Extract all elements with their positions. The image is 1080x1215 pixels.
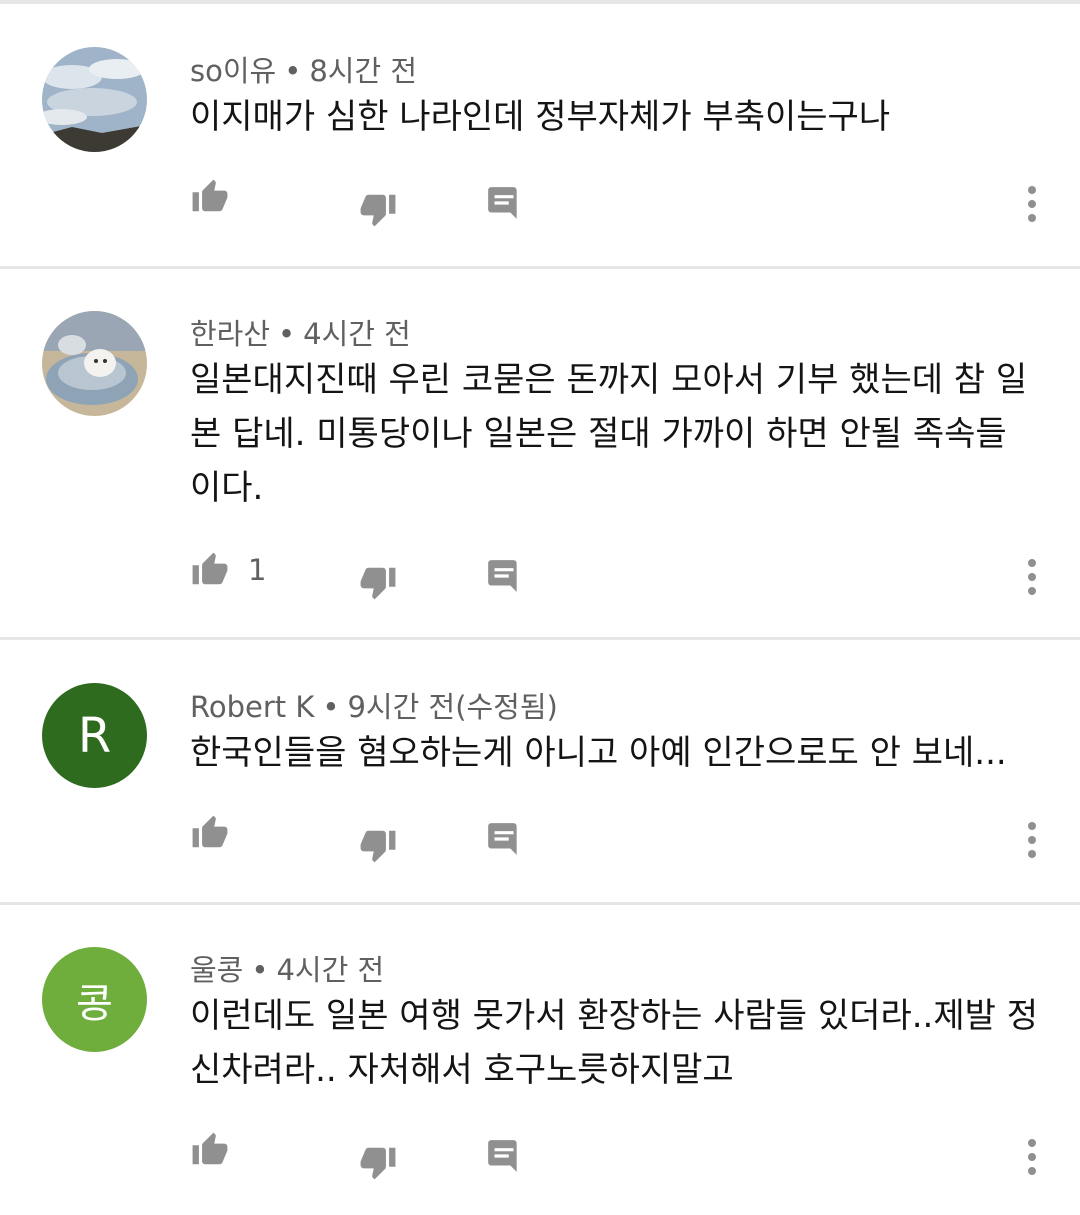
comment-meta: so이유 • 8시간 전 [190, 54, 418, 88]
comment-actions [0, 178, 1080, 228]
reply-button[interactable] [485, 1137, 523, 1175]
more-vert-icon [1028, 1139, 1036, 1175]
thumb-up-icon [192, 179, 228, 212]
more-options-button[interactable] [1022, 557, 1042, 597]
thumb-down-icon [360, 567, 396, 600]
comment-meta: 울콩 • 4시간 전 [190, 953, 385, 987]
like-count: 1 [248, 553, 267, 587]
dislike-button[interactable] [358, 563, 398, 601]
comment-actions [0, 814, 1080, 864]
more-vert-icon [1028, 822, 1036, 858]
thumb-down-icon [360, 830, 396, 863]
avatar[interactable]: R [42, 683, 147, 788]
more-vert-icon [1028, 186, 1036, 222]
comment-time[interactable]: 4시간 전 [276, 953, 384, 987]
dislike-button[interactable] [358, 1143, 398, 1181]
like-button[interactable] [190, 1131, 248, 1169]
comment-item: so이유 • 8시간 전 이지매가 심한 나라인데 정부자체가 부축이는구나 [0, 0, 1080, 266]
comment-text: 이런데도 일본 여행 못가서 환장하는 사람들 있더라..제발 정신차려라.. … [190, 996, 1038, 1090]
avatar-letter: R [77, 707, 112, 764]
comment-text: 이지매가 심한 나라인데 정부자체가 부축이는구나 [190, 97, 891, 137]
author-name[interactable]: Robert K [190, 690, 314, 724]
comment-meta: Robert K • 9시간 전(수정됨) [190, 690, 558, 724]
sky-photo-avatar [42, 47, 147, 152]
thumb-up-icon [192, 1132, 228, 1165]
like-button[interactable] [190, 814, 248, 852]
dislike-button[interactable] [358, 826, 398, 864]
avatar-letter: 콩 [76, 980, 113, 1027]
avatar[interactable] [42, 311, 147, 416]
thumb-down-icon [360, 194, 396, 227]
comment-actions: 1 [0, 551, 1080, 601]
reply-button[interactable] [485, 184, 523, 222]
reply-button[interactable] [485, 820, 523, 858]
thumb-down-icon [360, 1147, 396, 1180]
thumb-up-icon [192, 815, 228, 848]
reply-button[interactable] [485, 557, 523, 595]
reply-comment-icon [488, 560, 517, 592]
avatar[interactable]: 콩 [42, 947, 147, 1052]
reply-comment-icon [488, 1140, 517, 1172]
reply-comment-icon [488, 187, 517, 219]
comment-item: 콩 울콩 • 4시간 전 이런데도 일본 여행 못가서 환장하는 사람들 있더라..… [0, 905, 1080, 1215]
comment-time[interactable]: 4시간 전 [303, 317, 411, 351]
comment-text: 한국인들을 혐오하는게 아니고 아예 인간으로도 안 보네... [190, 733, 1007, 773]
comment-time[interactable]: 9시간 전(수정됨) [347, 690, 557, 724]
author-name[interactable]: 울콩 [190, 953, 243, 987]
dog-photo-avatar [42, 311, 147, 416]
more-options-button[interactable] [1022, 1137, 1042, 1177]
more-options-button[interactable] [1022, 184, 1042, 224]
comment-item: R Robert K • 9시간 전(수정됨) 한국인들을 혐오하는게 아니고 아예… [0, 640, 1080, 902]
author-name[interactable]: 한라산 [190, 317, 270, 351]
avatar[interactable] [42, 47, 147, 152]
dislike-button[interactable] [358, 190, 398, 228]
thumb-up-icon [192, 552, 228, 585]
like-button[interactable] [190, 178, 248, 216]
more-vert-icon [1028, 559, 1036, 595]
comment-text: 일본대지진때 우린 코묻은 돈까지 모아서 기부 했는데 참 일본 답네. 미통… [190, 360, 1028, 508]
reply-comment-icon [488, 823, 517, 855]
comment-time[interactable]: 8시간 전 [309, 54, 417, 88]
comment-actions [0, 1131, 1080, 1181]
more-options-button[interactable] [1022, 820, 1042, 860]
comment-item: 한라산 • 4시간 전 일본대지진때 우린 코묻은 돈까지 모아서 기부 했는데 참… [0, 269, 1080, 637]
like-button[interactable]: 1 [190, 551, 266, 589]
comment-meta: 한라산 • 4시간 전 [190, 317, 411, 351]
author-name[interactable]: so이유 [190, 54, 276, 88]
